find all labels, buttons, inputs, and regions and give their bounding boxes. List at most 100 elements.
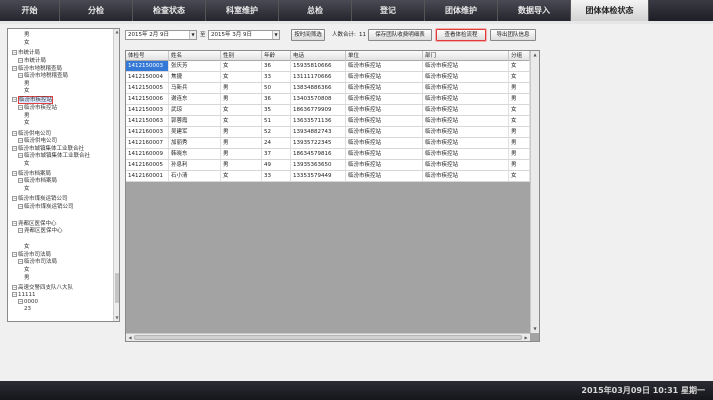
tree-node[interactable]: − 临汾市档案局 — [18, 177, 57, 185]
view-exam-flow-button[interactable]: 查看体检流程 — [436, 29, 486, 41]
cell-unit[interactable]: 临汾市疾控站 — [346, 171, 423, 181]
cell-gender[interactable]: 女 — [221, 105, 262, 115]
cell-name[interactable]: 吴建军 — [169, 127, 221, 137]
cell-exam-id[interactable]: 1412150063 — [126, 116, 169, 126]
cell-age[interactable]: 24 — [262, 138, 291, 148]
cell-name[interactable]: 马新兵 — [169, 83, 221, 93]
column-header-gender[interactable]: 性别 — [221, 51, 262, 61]
scroll-left-icon[interactable]: ◀ — [126, 334, 134, 342]
cell-name[interactable]: 孙息利 — [169, 160, 221, 170]
tree-expander-icon[interactable]: − — [12, 292, 17, 297]
cell-name[interactable]: 石小清 — [169, 171, 221, 181]
tab-group-maintain[interactable]: 团体维护 — [425, 0, 498, 21]
cell-unit[interactable]: 临汾市疾控站 — [346, 83, 423, 93]
cell-phone[interactable]: 13353579449 — [291, 171, 346, 181]
tree-expander-icon[interactable]: − — [12, 50, 17, 55]
cell-exam-id[interactable]: 1412160007 — [126, 138, 169, 148]
tree-node[interactable]: 女 — [24, 119, 30, 127]
scroll-down-icon[interactable]: ▼ — [114, 315, 119, 321]
cell-group[interactable]: 女 — [509, 72, 530, 82]
cell-unit[interactable]: 临汾市疾控站 — [346, 61, 423, 71]
cell-phone[interactable]: 13403570808 — [291, 94, 346, 104]
table-row[interactable]: 1412160003 吴建军男 52 13934882743 临汾市疾控站 临汾市疾控站男 — [126, 127, 530, 138]
cell-age[interactable]: 36 — [262, 61, 291, 71]
cell-group[interactable]: 女 — [509, 171, 530, 181]
tab-start[interactable]: 开始 — [0, 0, 60, 21]
cell-age[interactable]: 33 — [262, 72, 291, 82]
scroll-down-icon[interactable]: ▼ — [531, 325, 539, 333]
column-header-age[interactable]: 年龄 — [262, 51, 291, 61]
tree-node[interactable]: − 尧都区医保中心 — [18, 227, 63, 235]
tree-node[interactable]: − 市统计局 — [18, 57, 46, 65]
tree-expander-icon[interactable]: − — [18, 228, 23, 233]
tree-node[interactable]: 女 — [24, 39, 30, 47]
cell-age[interactable]: 37 — [262, 149, 291, 159]
cell-exam-id[interactable]: 1412150005 — [126, 83, 169, 93]
table-row[interactable]: 1412160009 韩晓东男 37 18634579816 临汾市疾控站 临汾市疾控站男 — [126, 149, 530, 160]
cell-age[interactable]: 52 — [262, 127, 291, 137]
cell-age[interactable]: 51 — [262, 116, 291, 126]
cell-phone[interactable]: 13935363650 — [291, 160, 346, 170]
cell-name[interactable]: 焦捷 — [169, 72, 221, 82]
cell-exam-id[interactable]: 1412160009 — [126, 149, 169, 159]
tree-expander-icon[interactable]: − — [12, 146, 17, 151]
cell-phone[interactable]: 15935810666 — [291, 61, 346, 71]
scroll-up-icon[interactable]: ▲ — [114, 29, 119, 35]
tree-expander-icon[interactable]: − — [12, 66, 17, 71]
table-row[interactable]: 1412160001 石小清女 33 13353579449 临汾市疾控站 临汾市疾控站女 — [126, 171, 530, 182]
table-row[interactable]: 1412150063 郭蓉霞女 51 13633571136 临汾市疾控站 临汾市疾控站女 — [126, 116, 530, 127]
cell-gender[interactable]: 女 — [221, 61, 262, 71]
cell-name[interactable]: 谢连东 — [169, 94, 221, 104]
chevron-down-icon[interactable]: ▼ — [272, 31, 279, 39]
cell-exam-id[interactable]: 1412150003 — [126, 61, 169, 71]
cell-unit[interactable]: 临汾市疾控站 — [346, 138, 423, 148]
cell-department[interactable]: 临汾市疾控站 — [423, 83, 509, 93]
cell-group[interactable]: 男 — [509, 149, 530, 159]
tree-node[interactable]: 女 — [24, 185, 30, 193]
scroll-right-icon[interactable]: ▶ — [522, 334, 530, 342]
cell-phone[interactable]: 13111170666 — [291, 72, 346, 82]
tree-expander-icon[interactable]: − — [18, 259, 23, 264]
cell-department[interactable]: 临汾市疾控站 — [423, 105, 509, 115]
cell-name[interactable]: 张庆芳 — [169, 61, 221, 71]
cell-department[interactable]: 临汾市疾控站 — [423, 149, 509, 159]
tree-expander-icon[interactable]: − — [18, 58, 23, 63]
cell-department[interactable]: 临汾市疾控站 — [423, 171, 509, 181]
cell-exam-id[interactable]: 1412150004 — [126, 72, 169, 82]
cell-department[interactable]: 临汾市疾控站 — [423, 127, 509, 137]
grid-vertical-scrollbar[interactable]: ▲ ▼ — [530, 51, 539, 333]
column-header-phone[interactable]: 电话 — [291, 51, 346, 61]
cell-gender[interactable]: 女 — [221, 116, 262, 126]
table-row[interactable]: 1412150006 谢连东男 36 13403570808 临汾市疾控站 临汾市疾控站男 — [126, 94, 530, 105]
cell-group[interactable]: 男 — [509, 160, 530, 170]
cell-name[interactable]: 加丽秀 — [169, 138, 221, 148]
cell-exam-id[interactable]: 1412150003 — [126, 105, 169, 115]
tree-node[interactable]: 女 — [24, 243, 30, 251]
tree-expander-icon[interactable]: − — [12, 196, 17, 201]
grid-horizontal-scrollbar[interactable]: ◀ ▶ — [126, 333, 530, 341]
cell-age[interactable]: 36 — [262, 94, 291, 104]
cell-name[interactable]: 武琼 — [169, 105, 221, 115]
cell-phone[interactable]: 13934882743 — [291, 127, 346, 137]
cell-gender[interactable]: 男 — [221, 138, 262, 148]
cell-unit[interactable]: 临汾市疾控站 — [346, 94, 423, 104]
cell-phone[interactable]: 13834886366 — [291, 83, 346, 93]
cell-unit[interactable]: 临汾市疾控站 — [346, 149, 423, 159]
cell-age[interactable]: 50 — [262, 83, 291, 93]
cell-unit[interactable]: 临汾市疾控站 — [346, 105, 423, 115]
tree-node[interactable]: − 市统计局 — [12, 49, 40, 57]
table-row[interactable]: 1412150003 武琼女 35 18636779909 临汾市疾控站 临汾市疾控站女 — [126, 105, 530, 116]
cell-name[interactable]: 郭蓉霞 — [169, 116, 221, 126]
tab-review[interactable]: 总检 — [279, 0, 352, 21]
cell-unit[interactable]: 临汾市疾控站 — [346, 72, 423, 82]
table-row[interactable]: 1412160007 加丽秀男 24 13935722345 临汾市疾控站 临汾市疾控站男 — [126, 138, 530, 149]
cell-department[interactable]: 临汾市疾控站 — [423, 160, 509, 170]
cell-group[interactable]: 男 — [509, 138, 530, 148]
cell-department[interactable]: 临汾市疾控站 — [423, 72, 509, 82]
tree-expander-icon[interactable]: − — [12, 221, 17, 226]
tree-node[interactable]: − 临汾市地税稽查局 — [18, 72, 68, 80]
cell-exam-id[interactable]: 1412160001 — [126, 171, 169, 181]
table-row[interactable]: 1412150004 焦捷女 33 13111170666 临汾市疾控站 临汾市疾控站女 — [126, 72, 530, 83]
tree-node[interactable]: − 临汾市城镇集体工业联合社 — [18, 152, 90, 160]
tree-scroll-thumb[interactable] — [115, 273, 119, 303]
